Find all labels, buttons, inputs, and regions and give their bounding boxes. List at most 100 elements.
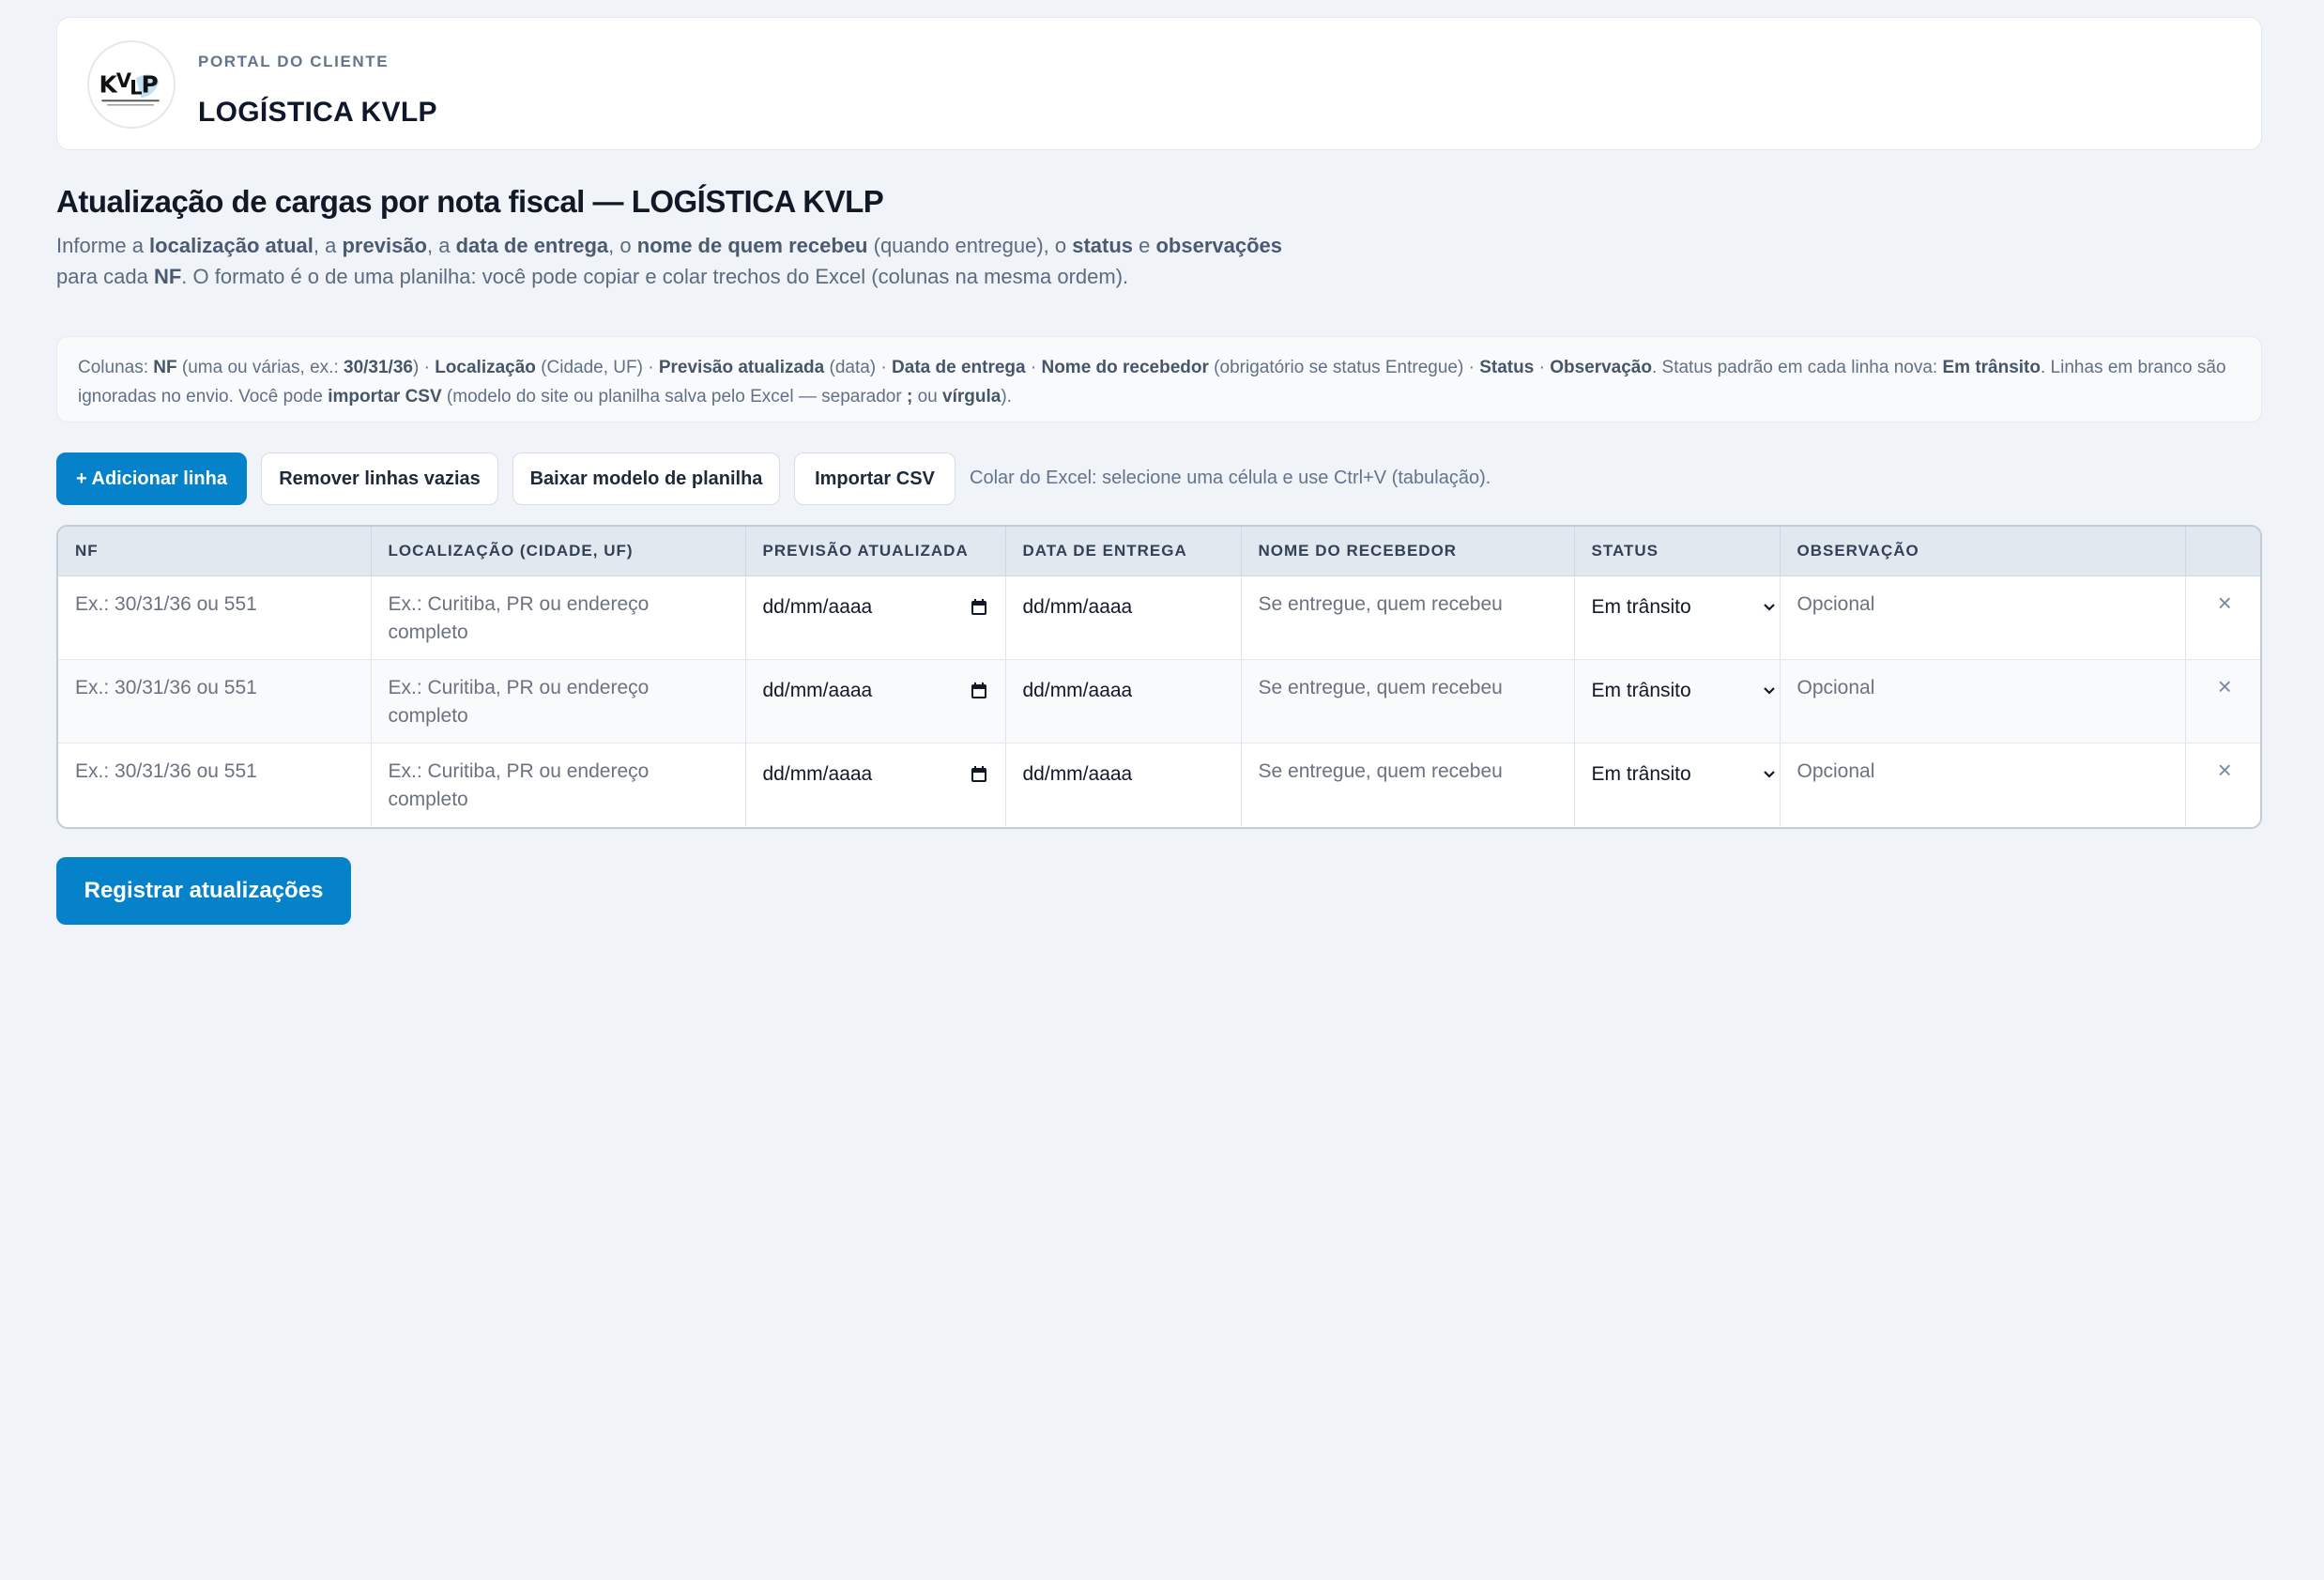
delivery-date-input[interactable]: dd/mm/aaaa [1005, 743, 1242, 826]
note-emphasis: Status [1479, 358, 1535, 377]
note-emphasis: vírgula [942, 387, 1001, 407]
delivery-date-placeholder: dd/mm/aaaa [1022, 595, 1133, 618]
forecast-date-input[interactable]: dd/mm/aaaa [745, 659, 1006, 744]
add-row-button[interactable]: + Adicionar linha [56, 453, 247, 505]
receiver-input[interactable]: Se entregue, quem recebeu [1241, 575, 1575, 660]
delivery-date-input[interactable]: dd/mm/aaaa [1005, 575, 1242, 660]
kvlp-logo: K V L P [87, 40, 176, 129]
status-select[interactable]: Em trânsito [1574, 575, 1781, 660]
nf-placeholder: Ex.: 30/31/36 ou 551 [75, 592, 257, 615]
nf-input[interactable]: Ex.: 30/31/36 ou 551 [58, 575, 372, 660]
chevron-down-icon [1763, 686, 1775, 695]
note-text: Colunas: [78, 358, 154, 377]
intro-emphasis: data de entrega [455, 234, 609, 257]
svg-text:L: L [130, 76, 142, 100]
intro-emphasis: nome de quem recebeu [636, 234, 868, 257]
observation-input[interactable]: Opcional [1780, 659, 2186, 744]
intro-text-part: , a [313, 234, 343, 257]
table-row: Ex.: 30/31/36 ou 551 Ex.: Curitiba, PR o… [58, 743, 2260, 826]
column-header-observation: OBSERVAÇÃO [1780, 527, 2186, 576]
column-header-delivery-date: DATA DE ENTREGA [1005, 527, 1242, 576]
note-emphasis: NF [153, 358, 177, 377]
observation-input[interactable]: Opcional [1780, 743, 2186, 826]
intro-text: Informe a localização atual, a previsão,… [56, 230, 1286, 292]
nf-input[interactable]: Ex.: 30/31/36 ou 551 [58, 743, 372, 826]
nf-input[interactable]: Ex.: 30/31/36 ou 551 [58, 659, 372, 744]
forecast-date-input[interactable]: dd/mm/aaaa [745, 743, 1006, 826]
observation-placeholder: Opcional [1797, 676, 1875, 698]
location-placeholder: Ex.: Curitiba, PR ou endereço completo [388, 592, 650, 643]
download-template-button[interactable]: Baixar modelo de planilha [512, 453, 780, 505]
note-emphasis: 30/31/36 [344, 358, 413, 377]
note-emphasis: Previsão atualizada [658, 358, 825, 377]
remove-row-button[interactable]: × [2185, 743, 2260, 826]
note-text: (Cidade, UF) · [535, 358, 659, 377]
observation-input[interactable]: Opcional [1780, 575, 2186, 660]
note-text: (uma ou várias, ex.: [176, 358, 344, 377]
note-text: · [1025, 358, 1042, 377]
delivery-date-input[interactable]: dd/mm/aaaa [1005, 659, 1242, 744]
delivery-date-placeholder: dd/mm/aaaa [1022, 679, 1133, 701]
note-emphasis: importar CSV [328, 387, 442, 407]
status-value: Em trânsito [1591, 762, 1691, 785]
column-header-status: STATUS [1574, 527, 1781, 576]
status-select[interactable]: Em trânsito [1574, 743, 1781, 826]
table-row: Ex.: 30/31/36 ou 551 Ex.: Curitiba, PR o… [58, 659, 2260, 744]
note-text: (data) · [824, 358, 893, 377]
location-input[interactable]: Ex.: Curitiba, PR ou endereço completo [371, 743, 746, 826]
note-emphasis: Localização [435, 358, 536, 377]
portal-header: K V L P PORTAL DO CLIENTE LOGÍSTICA KVLP [56, 17, 2262, 150]
receiver-input[interactable]: Se entregue, quem recebeu [1241, 743, 1575, 826]
intro-emphasis: observações [1155, 234, 1283, 257]
note-text: . Status padrão em cada linha nova: [1651, 358, 1943, 377]
paste-hint: Colar do Excel: selecione uma célula e u… [970, 468, 1491, 488]
intro-text-part: , o [608, 234, 637, 257]
note-text: (obrigatório se status Entregue) · [1208, 358, 1480, 377]
close-icon[interactable]: × [2203, 660, 2248, 700]
intro-text-part: . O formato é o de uma planilha: você po… [181, 265, 1129, 288]
register-updates-button[interactable]: Registrar atualizações [56, 857, 351, 925]
intro-text-part: e [1133, 234, 1156, 257]
forecast-date-placeholder: dd/mm/aaaa [762, 595, 873, 618]
column-header-nf: NF [58, 527, 372, 576]
receiver-input[interactable]: Se entregue, quem recebeu [1241, 659, 1575, 744]
receiver-placeholder: Se entregue, quem recebeu [1258, 676, 1503, 698]
note-text: (modelo do site ou planilha salva pelo E… [441, 387, 907, 407]
location-input[interactable]: Ex.: Curitiba, PR ou endereço completo [371, 659, 746, 744]
chevron-down-icon [1763, 770, 1775, 778]
intro-text-part: para cada [56, 265, 154, 288]
remove-empty-rows-button[interactable]: Remover linhas vazias [261, 453, 498, 505]
intro-emphasis: NF [153, 265, 182, 288]
status-select[interactable]: Em trânsito [1574, 659, 1781, 744]
intro-text-part: , a [426, 234, 456, 257]
status-value: Em trânsito [1591, 679, 1691, 701]
note-emphasis: Observação [1550, 358, 1652, 377]
remove-row-button[interactable]: × [2185, 659, 2260, 744]
note-emphasis: Em trânsito [1942, 358, 2041, 377]
column-header-forecast: PREVISÃO ATUALIZADA [745, 527, 1006, 576]
table-row: Ex.: 30/31/36 ou 551 Ex.: Curitiba, PR o… [58, 575, 2260, 660]
location-input[interactable]: Ex.: Curitiba, PR ou endereço completo [371, 575, 746, 660]
column-header-actions [2185, 527, 2260, 576]
calendar-icon[interactable] [970, 682, 988, 700]
receiver-placeholder: Se entregue, quem recebeu [1258, 592, 1503, 615]
cargo-updates-table: NF LOCALIZAÇÃO (CIDADE, UF) PREVISÃO ATU… [56, 525, 2262, 829]
close-icon[interactable]: × [2203, 744, 2248, 784]
delivery-date-placeholder: dd/mm/aaaa [1022, 762, 1133, 785]
close-icon[interactable]: × [2203, 576, 2248, 617]
receiver-placeholder: Se entregue, quem recebeu [1258, 759, 1503, 782]
forecast-date-input[interactable]: dd/mm/aaaa [745, 575, 1006, 660]
calendar-icon[interactable] [970, 598, 988, 617]
column-header-location: LOCALIZAÇÃO (CIDADE, UF) [371, 527, 746, 576]
table-header-row: NF LOCALIZAÇÃO (CIDADE, UF) PREVISÃO ATU… [58, 527, 2260, 576]
calendar-icon[interactable] [970, 765, 988, 784]
note-text: · [1534, 358, 1551, 377]
intro-text-part: (quando entregue), o [867, 234, 1073, 257]
remove-row-button[interactable]: × [2185, 575, 2260, 660]
import-csv-button[interactable]: Importar CSV [794, 453, 956, 505]
nf-placeholder: Ex.: 30/31/36 ou 551 [75, 759, 257, 782]
intro-emphasis: previsão [342, 234, 427, 257]
note-emphasis: Data de entrega [892, 358, 1026, 377]
intro-emphasis: status [1072, 234, 1134, 257]
page: K V L P PORTAL DO CLIENTE LOGÍSTICA KVLP… [0, 0, 2324, 1580]
